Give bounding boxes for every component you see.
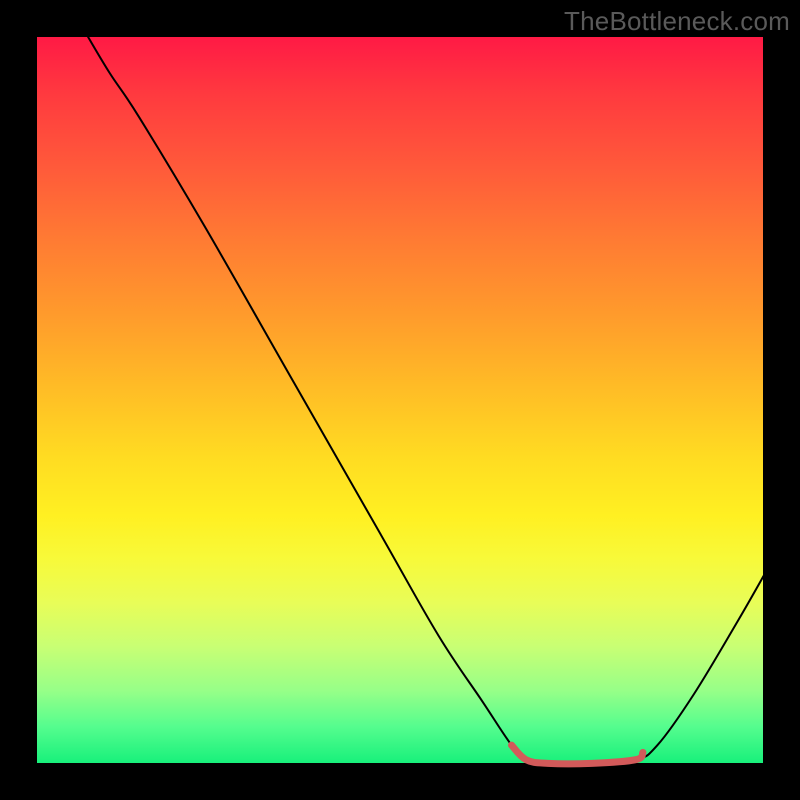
flat-marker-path [512, 745, 643, 764]
main-curve-path [88, 37, 767, 764]
watermark-label: TheBottleneck.com [564, 6, 790, 37]
curve-svg [37, 37, 767, 767]
plot-area [35, 35, 765, 765]
chart-frame: TheBottleneck.com [0, 0, 800, 800]
